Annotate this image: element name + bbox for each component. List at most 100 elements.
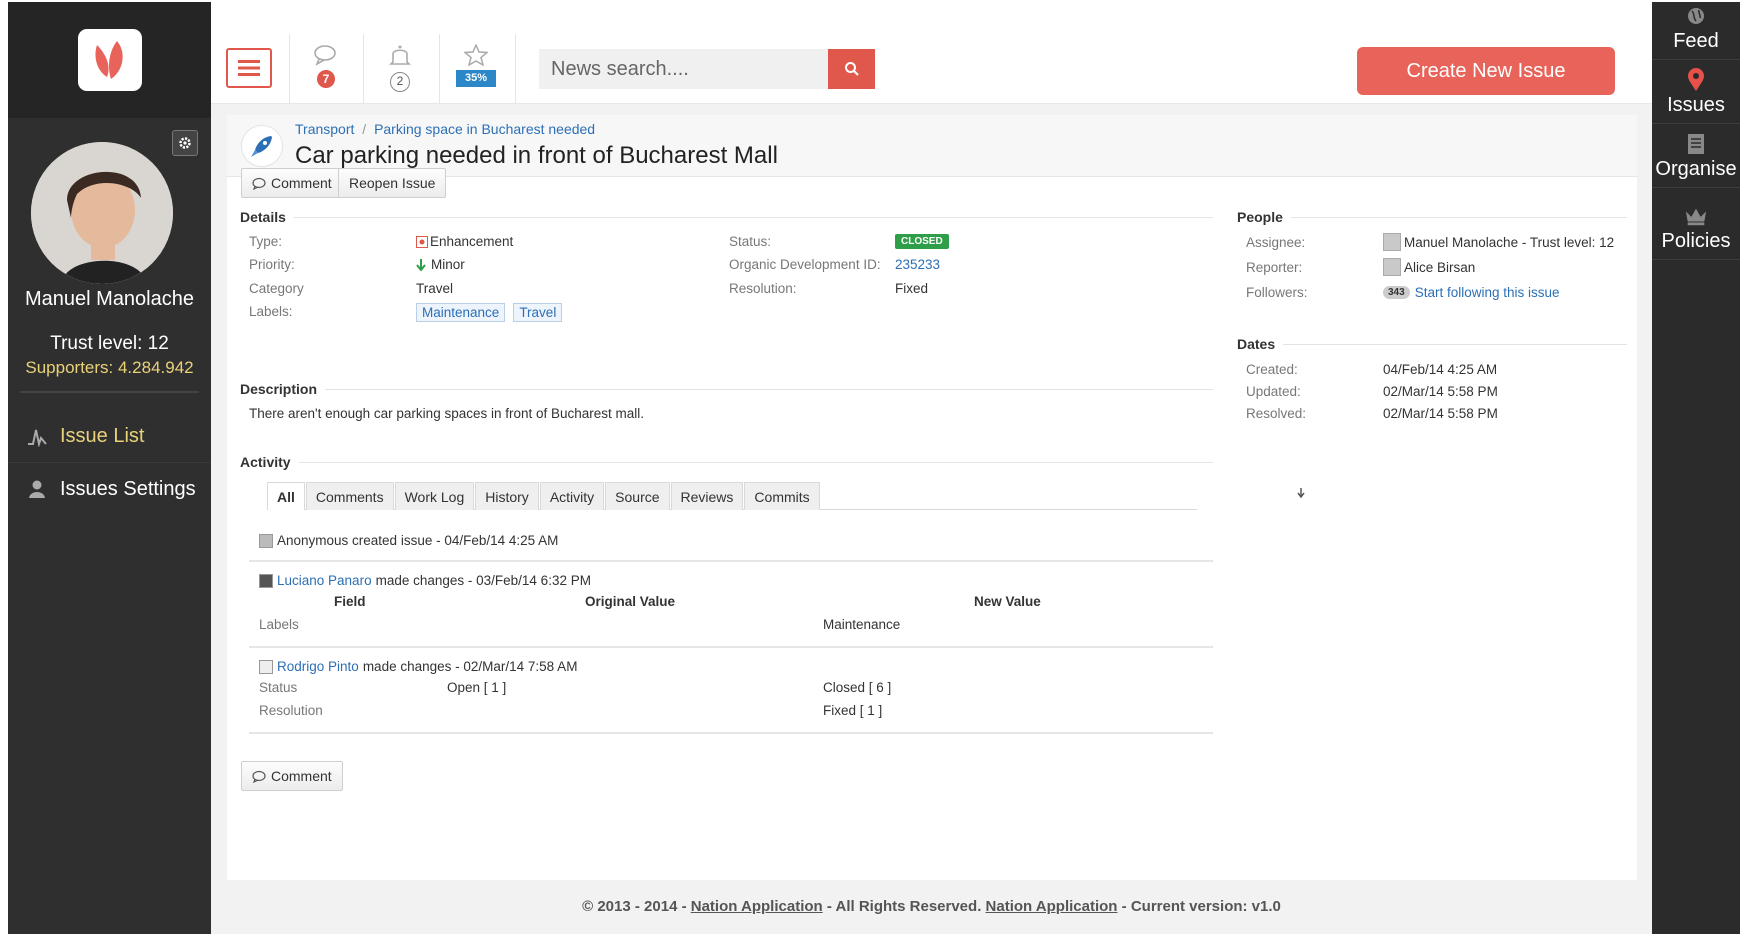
- activity-entry-text: made changes - 03/Feb/14 6:32 PM: [375, 573, 591, 588]
- activity-entry-labels-change: Luciano Panaro made changes - 03/Feb/14 …: [259, 573, 591, 588]
- people-heading: People: [1237, 209, 1627, 225]
- comment-button-bottom[interactable]: Comment: [241, 761, 343, 791]
- followers-label: Followers:: [1246, 285, 1308, 300]
- comment-button-label: Comment: [271, 175, 332, 191]
- status-label: Status:: [729, 234, 772, 249]
- enhancement-icon: [416, 235, 428, 248]
- page-title: Car parking needed in front of Bucharest…: [295, 142, 778, 169]
- activity-tabs: All Comments Work Log History Activity S…: [267, 482, 1197, 510]
- divider: [20, 391, 199, 393]
- create-issue-button[interactable]: Create New Issue: [1357, 47, 1615, 95]
- category-value: Travel: [416, 281, 454, 296]
- footer-link-app-2[interactable]: Nation Application: [986, 898, 1118, 915]
- breadcrumb-parking-space[interactable]: Parking space in Bucharest needed: [374, 121, 595, 137]
- dates-heading-text: Dates: [1237, 336, 1276, 352]
- divider: [298, 461, 1213, 463]
- type-value-text: Enhancement: [430, 234, 514, 249]
- nav-issues-settings-label: Issues Settings: [60, 477, 196, 500]
- change-field: Status: [259, 680, 298, 695]
- resolution-label: Resolution:: [729, 281, 797, 296]
- updated-value: 02/Mar/14 5:58 PM: [1383, 384, 1498, 399]
- tab-reviews[interactable]: Reviews: [670, 482, 744, 510]
- type-label: Type:: [249, 234, 283, 249]
- search-button[interactable]: [828, 49, 875, 89]
- assignee-label: Assignee:: [1246, 235, 1306, 250]
- user-icon: [1383, 233, 1401, 251]
- user-link[interactable]: Rodrigo Pinto: [277, 659, 359, 674]
- tab-source[interactable]: Source: [605, 482, 670, 510]
- assignee-name: Manuel Manolache - Trust level: 12: [1404, 234, 1615, 250]
- search-icon: [844, 62, 859, 76]
- nav-issue-list-label: Issue List: [60, 425, 145, 447]
- nav-organise-label: Organise: [1655, 158, 1737, 180]
- reporter-value: Alice Birsan: [1383, 258, 1475, 276]
- activity-entry-text: Anonymous created issue - 04/Feb/14 4:25…: [277, 533, 559, 548]
- arrow-down-icon[interactable]: [1297, 487, 1305, 501]
- activity-entry-created: Anonymous created issue - 04/Feb/14 4:25…: [259, 533, 558, 548]
- right-sidebar: Feed Issues Organise Policies: [1652, 2, 1740, 934]
- follow-issue-link[interactable]: Start following this issue: [1415, 285, 1560, 300]
- nav-issue-list[interactable]: Issue List: [8, 411, 211, 463]
- notifications-button[interactable]: 2: [365, 44, 435, 100]
- nav-issues-settings[interactable]: Issues Settings: [8, 463, 211, 515]
- messages-button[interactable]: 7: [291, 44, 361, 100]
- nav-organise[interactable]: Organise: [1652, 124, 1740, 188]
- reopen-issue-button[interactable]: Reopen Issue: [338, 168, 447, 198]
- map-pin-icon: [1684, 68, 1708, 92]
- menu-button[interactable]: [226, 48, 272, 88]
- details-heading: Details: [240, 209, 1213, 225]
- nav-policies[interactable]: Policies: [1652, 188, 1740, 260]
- favorites-button[interactable]: 35%: [441, 44, 511, 100]
- profile-area: [8, 118, 211, 284]
- comment-button[interactable]: Comment: [241, 168, 343, 198]
- col-new-value: New Value: [974, 594, 1041, 609]
- divider: [289, 34, 290, 104]
- bell-icon: [389, 45, 411, 65]
- org-id-label: Organic Development ID:: [729, 257, 881, 272]
- reporter-label: Reporter:: [1246, 260, 1303, 275]
- tab-history[interactable]: History: [475, 482, 539, 510]
- details-heading-text: Details: [240, 209, 286, 225]
- user-icon: [259, 533, 273, 548]
- search-input[interactable]: [539, 49, 829, 89]
- col-field: Field: [334, 594, 366, 609]
- app-logo[interactable]: [77, 29, 142, 91]
- people-heading-text: People: [1237, 209, 1283, 225]
- nav-feed[interactable]: Feed: [1652, 2, 1740, 60]
- chat-bubble-icon: [314, 45, 336, 66]
- divider: [1290, 216, 1627, 218]
- dates-heading: Dates: [1237, 336, 1627, 352]
- hamburger-icon: [238, 60, 260, 76]
- tab-all[interactable]: All: [267, 482, 305, 510]
- reporter-name: Alice Birsan: [1404, 259, 1476, 275]
- status-badge: CLOSED: [895, 234, 949, 249]
- nav-issues[interactable]: Issues: [1652, 60, 1740, 124]
- divider: [249, 560, 1213, 562]
- pulse-icon: [26, 426, 48, 448]
- footer-link-app[interactable]: Nation Application: [691, 898, 823, 915]
- labels-label: Labels:: [249, 304, 293, 319]
- label-tag[interactable]: Travel: [513, 303, 563, 322]
- category-label: Category: [249, 281, 304, 296]
- user-link[interactable]: Luciano Panaro: [277, 573, 372, 588]
- change-new-value: Maintenance: [823, 617, 901, 632]
- priority-value-text: Minor: [431, 257, 465, 272]
- comment-icon: [252, 177, 266, 190]
- tab-activity[interactable]: Activity: [539, 482, 605, 510]
- resolution-value: Fixed: [895, 281, 929, 296]
- tab-work-log[interactable]: Work Log: [394, 482, 475, 510]
- avatar[interactable]: [31, 142, 173, 284]
- resolved-label: Resolved:: [1246, 406, 1307, 421]
- breadcrumb-transport[interactable]: Transport: [295, 121, 354, 137]
- left-sidebar: Manuel Manolache Trust level: 12 Support…: [8, 2, 211, 934]
- org-id-link[interactable]: 235233: [895, 257, 940, 272]
- gear-icon[interactable]: [172, 130, 198, 156]
- resolved-value: 02/Mar/14 5:58 PM: [1383, 406, 1498, 421]
- type-value: Enhancement: [416, 234, 513, 249]
- label-tag[interactable]: Maintenance: [416, 303, 506, 322]
- tab-commits[interactable]: Commits: [744, 482, 820, 510]
- supporters-count: Supporters: 4.284.942: [25, 358, 194, 377]
- footer-version: - Current version: v1.0: [1121, 898, 1281, 915]
- star-icon: [464, 44, 488, 66]
- tab-comments[interactable]: Comments: [305, 482, 394, 510]
